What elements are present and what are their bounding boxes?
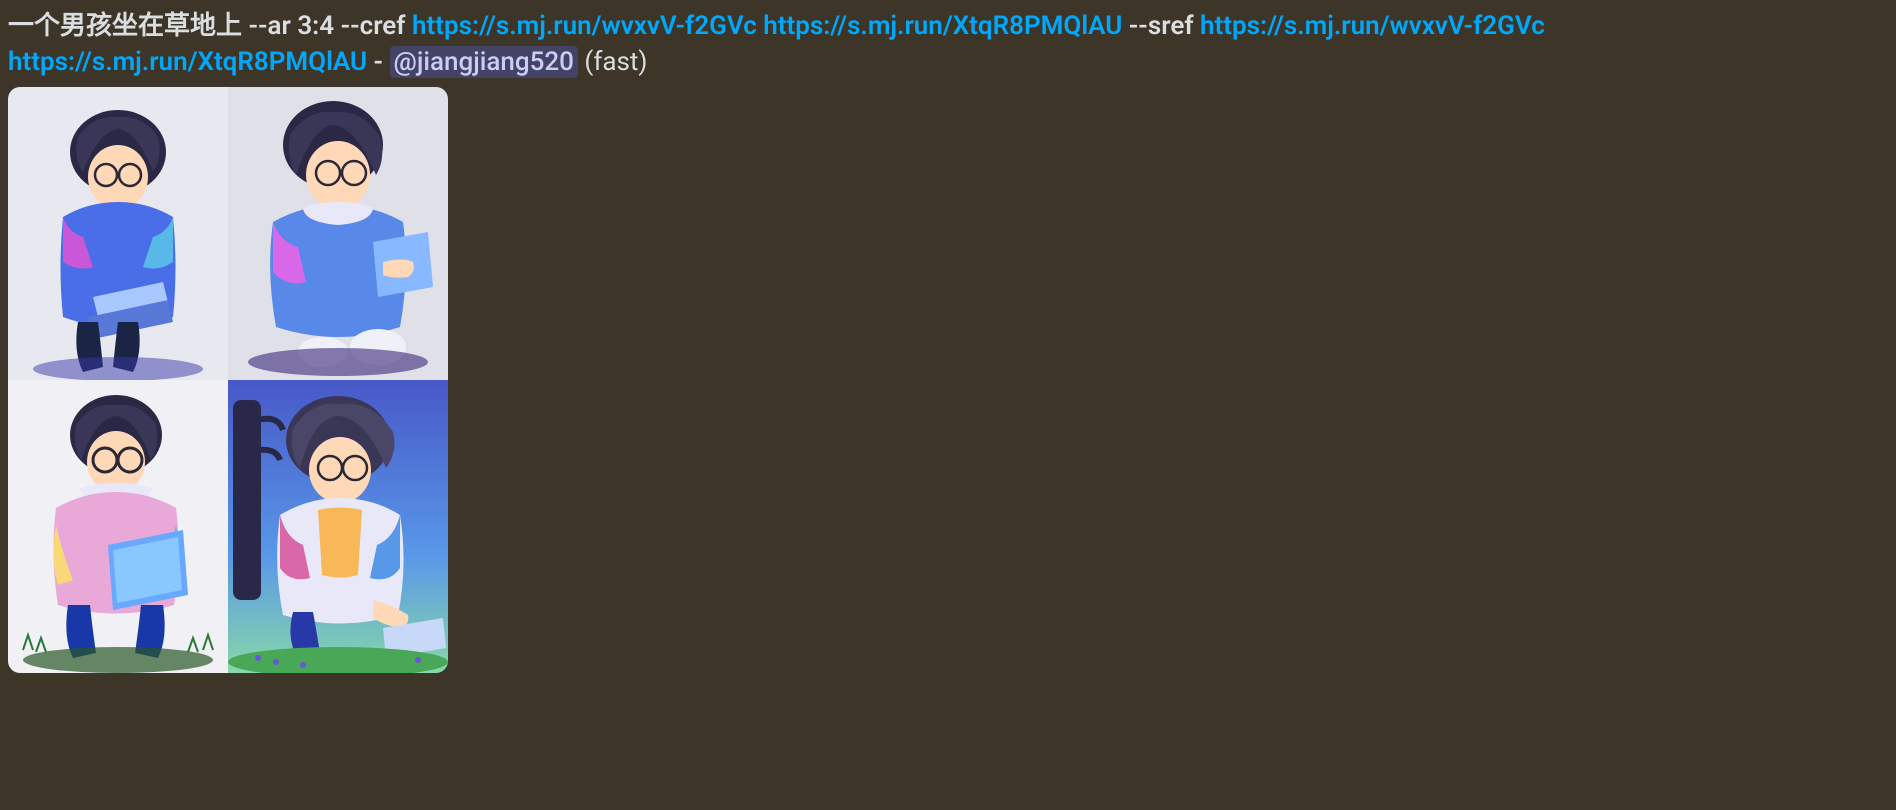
- cref-link-2[interactable]: https://s.mj.run/XtqR8PMQlAU: [763, 11, 1122, 41]
- grid-image-3[interactable]: [8, 380, 228, 673]
- sref-param: --sref: [1122, 11, 1200, 41]
- grid-image-4[interactable]: [228, 380, 448, 673]
- cref-link-1[interactable]: https://s.mj.run/wvxvV-f2GVc: [412, 11, 757, 41]
- separator: -: [367, 47, 389, 77]
- message-content: 一个男孩坐在草地上 --ar 3:4 --cref https://s.mj.r…: [8, 8, 1888, 81]
- user-mention[interactable]: @jiangjiang520: [390, 46, 578, 78]
- prompt-text: 一个男孩坐在草地上 --ar 3:4 --cref: [8, 11, 412, 41]
- generation-mode: (fast): [578, 47, 648, 77]
- sref-link-1[interactable]: https://s.mj.run/wvxvV-f2GVc: [1200, 11, 1545, 41]
- image-grid[interactable]: [8, 87, 448, 673]
- grid-image-1[interactable]: [8, 87, 228, 380]
- sref-link-2[interactable]: https://s.mj.run/XtqR8PMQlAU: [8, 47, 367, 77]
- grid-image-2[interactable]: [228, 87, 448, 380]
